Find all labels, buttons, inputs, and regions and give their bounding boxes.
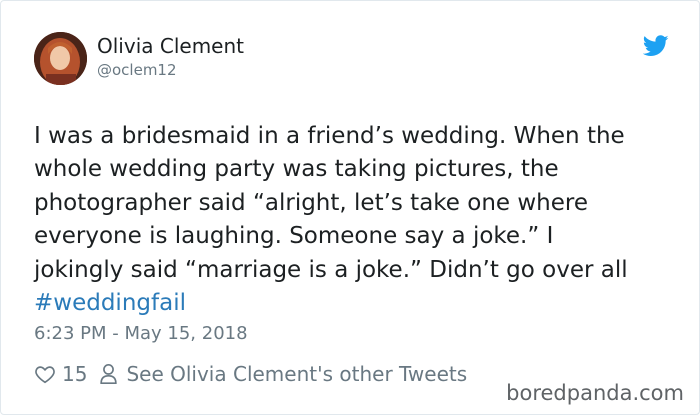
author-handle[interactable]: @oclem12 [97,61,177,79]
avatar-image [34,32,87,85]
like-button[interactable]: 15 [34,362,99,386]
heart-icon [35,366,55,384]
like-count: 15 [62,362,88,386]
tweet-text-line: I was a bridesmaid in a friend’s wedding… [34,123,625,149]
hashtag-link[interactable]: #weddingfail [34,290,186,316]
avatar[interactable] [34,32,87,85]
tweet-card: Olivia Clement @oclem12 I was a bridesma… [0,0,700,415]
tweet-actions: 15 See Olivia Clement's other Tweets [34,361,467,387]
tweet-text-line: everyone is laughing. Someone say a joke… [34,223,554,250]
person-icon [100,364,118,384]
tweet-text-line: jokingly said “marriage is a joke.” Didn… [34,256,628,283]
tweet-text-line: whole wedding party was taking pictures,… [34,156,559,183]
author-display-name[interactable]: Olivia Clement [97,34,244,58]
tweet-text-line: photographer said “alright, let’s take o… [34,189,589,216]
other-tweets-link[interactable]: See Olivia Clement's other Tweets [99,362,467,386]
tweet-timestamp[interactable]: 6:23 PM - May 15, 2018 [34,323,248,344]
twitter-bird-icon[interactable] [642,35,669,57]
tweet-text: I was a bridesmaid in a friend’s wedding… [34,120,674,320]
other-tweets-label: See Olivia Clement's other Tweets [126,362,468,386]
site-watermark: boredpanda.com [506,381,684,405]
